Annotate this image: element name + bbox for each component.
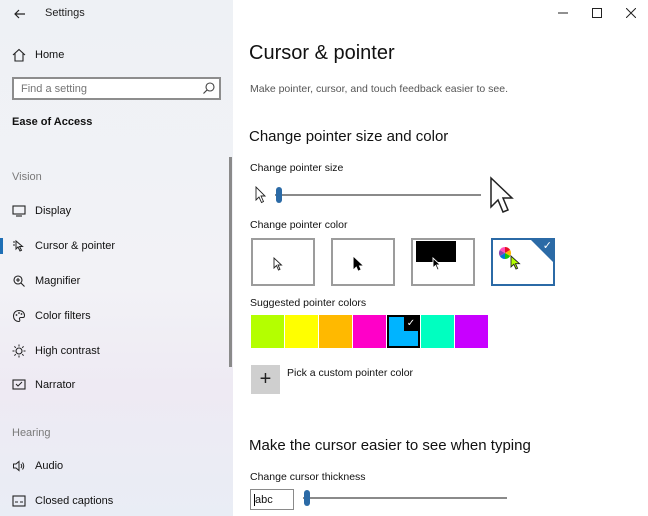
active-indicator xyxy=(0,238,3,254)
section-title: Ease of Access xyxy=(12,116,93,128)
sidebar-home-label: Home xyxy=(35,49,65,61)
slider-thumb[interactable] xyxy=(276,187,282,203)
sidebar-item-label: Display xyxy=(35,205,72,217)
color-swatch[interactable] xyxy=(319,315,352,348)
white-pointer-icon xyxy=(273,257,283,271)
slider-track xyxy=(303,497,507,499)
pointer-color-inverted[interactable] xyxy=(411,238,475,286)
back-button[interactable] xyxy=(8,4,32,24)
sidebar-item-narrator[interactable]: Narrator xyxy=(0,370,233,400)
magnifier-icon xyxy=(11,273,27,289)
search-icon[interactable] xyxy=(202,81,216,95)
cursor-pointer-icon xyxy=(11,238,27,254)
sidebar-item-label: Color filters xyxy=(35,310,91,322)
page-description: Make pointer, cursor, and touch feedback… xyxy=(250,83,508,95)
sidebar-item-color-filters[interactable]: Color filters xyxy=(0,301,233,331)
inverted-pointer-icon xyxy=(432,257,442,271)
sidebar-item-closed-captions[interactable]: Closed captions xyxy=(0,486,233,516)
sidebar-scrollbar[interactable] xyxy=(229,157,232,367)
sidebar-item-audio[interactable]: Audio xyxy=(0,451,233,481)
display-icon xyxy=(11,203,27,219)
custom-color-label[interactable]: Pick a custom pointer color xyxy=(287,367,413,379)
color-swatch[interactable] xyxy=(421,315,454,348)
search-box[interactable] xyxy=(12,77,221,100)
plus-icon: + xyxy=(259,368,272,390)
group-label-hearing: Hearing xyxy=(12,427,51,439)
sidebar-item-label: Closed captions xyxy=(35,495,114,507)
color-swatch[interactable] xyxy=(353,315,386,348)
main-content: Cursor & pointer Make pointer, cursor, a… xyxy=(233,0,648,516)
cursor-preview-box: abc xyxy=(250,489,294,510)
suggested-colors-label: Suggested pointer colors xyxy=(250,297,367,309)
sidebar-item-home[interactable]: Home xyxy=(0,42,233,68)
audio-icon xyxy=(11,458,27,474)
checkmark-icon: ✓ xyxy=(404,317,418,331)
home-icon xyxy=(11,47,27,63)
large-pointer-icon xyxy=(489,176,515,221)
cursor-section-title: Make the cursor easier to see when typin… xyxy=(249,437,531,454)
pointer-color-white[interactable] xyxy=(251,238,315,286)
sidebar-item-high-contrast[interactable]: High contrast xyxy=(0,336,233,366)
sidebar-item-magnifier[interactable]: Magnifier xyxy=(0,266,233,296)
custom-color-button[interactable]: + xyxy=(251,365,280,394)
cursor-thickness-label: Change cursor thickness xyxy=(250,471,366,483)
slider-thumb[interactable] xyxy=(304,490,310,506)
checkmark-icon: ✓ xyxy=(542,240,552,252)
page-title: Cursor & pointer xyxy=(249,42,395,64)
cursor-preview-text: abc xyxy=(255,493,273,506)
pointer-color-custom[interactable]: ✓ xyxy=(491,238,555,286)
pointer-section-title: Change pointer size and color xyxy=(249,128,449,145)
pointer-color-black[interactable] xyxy=(331,238,395,286)
color-swatch[interactable]: ✓ xyxy=(387,315,420,348)
closed-captions-icon xyxy=(11,493,27,509)
pointer-size-slider[interactable] xyxy=(275,186,481,204)
slider-track xyxy=(275,194,481,196)
sidebar-item-label: Audio xyxy=(35,460,64,472)
sidebar-item-display[interactable]: Display xyxy=(0,196,233,226)
cursor-thickness-slider[interactable] xyxy=(303,489,507,507)
sidebar-item-label: Magnifier xyxy=(35,275,81,287)
sidebar: Settings Home Ease of Access Vision Disp… xyxy=(0,0,233,516)
color-swatch[interactable] xyxy=(455,315,488,348)
narrator-icon xyxy=(11,377,27,393)
color-swatch[interactable] xyxy=(251,315,284,348)
custom-pointer-icon xyxy=(510,255,521,270)
search-input[interactable] xyxy=(21,82,191,95)
sidebar-item-label: Narrator xyxy=(35,379,76,391)
sidebar-item-label: Cursor & pointer xyxy=(35,240,116,252)
titlebar-left: Settings xyxy=(0,0,233,28)
sidebar-item-label: High contrast xyxy=(35,345,100,357)
back-arrow-icon xyxy=(14,9,25,19)
color-filters-icon xyxy=(11,308,27,324)
sidebar-item-cursor-pointer[interactable]: Cursor & pointer xyxy=(0,231,233,261)
app-title: Settings xyxy=(45,7,85,19)
color-swatch[interactable] xyxy=(285,315,318,348)
group-label-vision: Vision xyxy=(12,171,42,183)
small-pointer-icon xyxy=(255,185,267,209)
pointer-size-label: Change pointer size xyxy=(250,162,344,174)
black-pointer-icon xyxy=(353,257,363,271)
high-contrast-icon xyxy=(11,343,27,359)
pointer-color-label: Change pointer color xyxy=(250,219,348,231)
